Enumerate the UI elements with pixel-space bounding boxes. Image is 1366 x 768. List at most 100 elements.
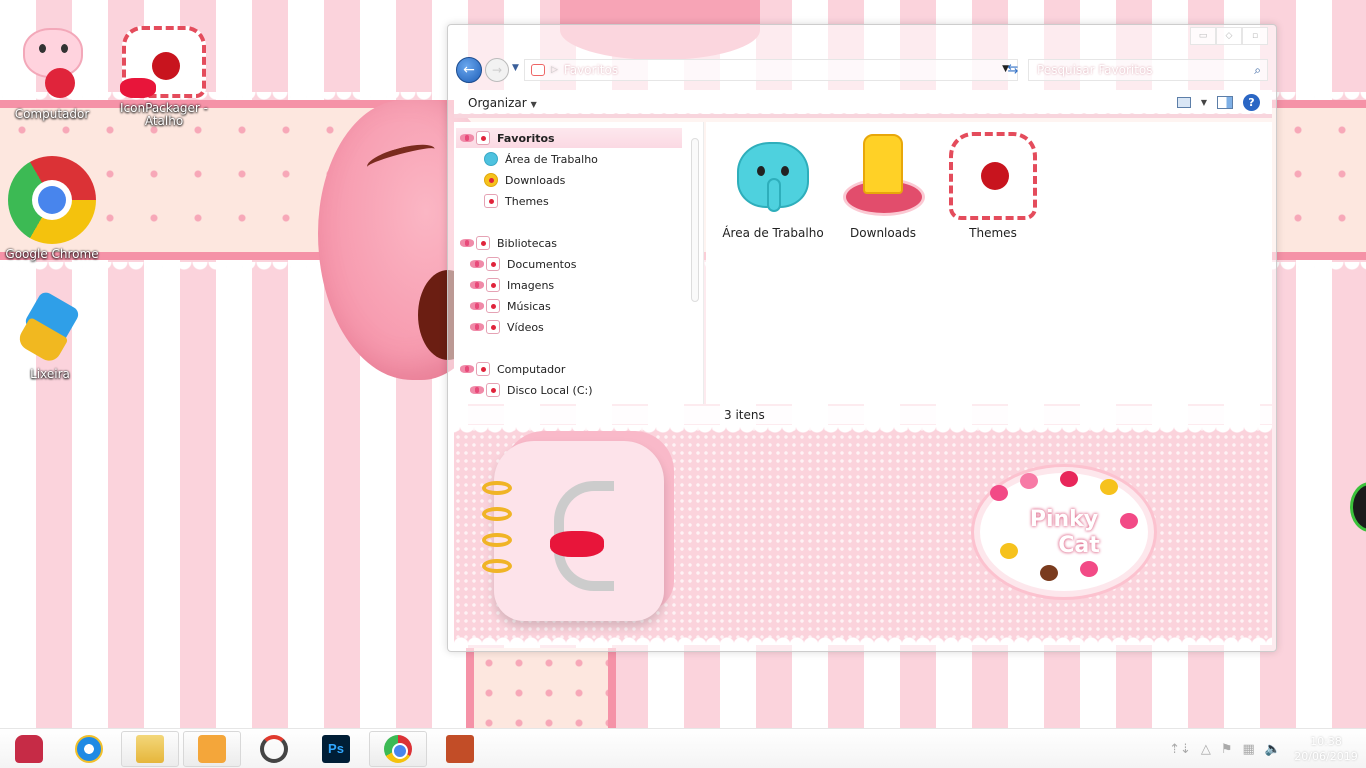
logo-text-cat: Cat	[1058, 533, 1100, 558]
envelope-icon	[949, 132, 1037, 220]
status-bar: 3 itens	[454, 406, 1272, 424]
nav-label: Vídeos	[507, 320, 544, 334]
download-arrow-icon	[839, 132, 927, 220]
nav-computador[interactable]: Computador	[460, 359, 565, 379]
close-button[interactable]: ▫	[1242, 27, 1268, 45]
favorites-icon	[476, 131, 490, 145]
volume-icon[interactable]: 🔈	[1265, 742, 1281, 757]
nav-musicas[interactable]: Músicas	[470, 296, 551, 316]
item-label: Área de Trabalho	[722, 226, 824, 240]
desktop-icon-lixeira[interactable]: Lixeira	[0, 278, 100, 381]
taskbar-internet-explorer[interactable]	[60, 731, 118, 767]
taskbar-media-player[interactable]	[183, 731, 241, 767]
taskbar-sync-app[interactable]	[245, 731, 303, 767]
item-themes[interactable]: Themes	[938, 132, 1048, 240]
nav-label: Disco Local (C:)	[507, 383, 593, 397]
chrome-icon	[384, 735, 412, 763]
network-icon[interactable]: ▦	[1243, 742, 1255, 757]
navigation-scrollbar[interactable]	[691, 138, 699, 302]
action-center-icon[interactable]: ⚑	[1221, 742, 1233, 757]
item-area-de-trabalho[interactable]: Área de Trabalho	[718, 132, 828, 240]
start-button[interactable]	[0, 731, 58, 767]
bow-icon	[460, 239, 474, 247]
clock[interactable]: 10:38 20/06/2019	[1286, 734, 1366, 764]
taskbar-file-explorer[interactable]	[121, 731, 179, 767]
maximize-button[interactable]: ◇	[1216, 27, 1242, 45]
preview-pane-icon[interactable]	[1217, 96, 1233, 109]
back-button[interactable]: ←	[456, 57, 482, 83]
item-count: 3 itens	[724, 408, 765, 422]
nav-label: Bibliotecas	[497, 236, 558, 250]
search-placeholder: Pesquisar Favoritos	[1037, 63, 1153, 77]
desktop-icon-iconpackager[interactable]: IconPackager - Atalho	[114, 26, 214, 128]
themes-folder-icon	[484, 194, 498, 208]
bow-icon	[460, 365, 474, 373]
organize-button[interactable]: Organizar ▼	[468, 96, 537, 110]
recycle-bin-icon	[12, 278, 88, 365]
nav-imagens[interactable]: Imagens	[470, 275, 554, 295]
desktop-icon-computador[interactable]: Computador	[2, 24, 102, 121]
widget-edge-icon[interactable]	[1350, 482, 1366, 532]
favorites-location-icon	[531, 64, 545, 76]
book-icon	[446, 735, 474, 763]
command-bar: Organizar ▼ ▼ ?	[454, 90, 1272, 118]
breadcrumb-favoritos[interactable]: Favoritos	[564, 63, 618, 77]
taskbar-book-app[interactable]	[431, 731, 489, 767]
details-pane: Pinky Cat	[454, 425, 1272, 645]
envelope-icon	[120, 26, 206, 98]
nav-label: Área de Trabalho	[505, 152, 598, 166]
nav-videos[interactable]: Vídeos	[470, 317, 544, 337]
pinky-cat-logo: Pinky Cat	[974, 467, 1154, 597]
item-label: Downloads	[850, 226, 916, 240]
nav-documentos[interactable]: Documentos	[470, 254, 576, 274]
nav-bibliotecas[interactable]: Bibliotecas	[460, 233, 557, 253]
address-bar[interactable]: ▷ Favoritos ▼	[524, 59, 1018, 81]
bow-icon	[470, 386, 484, 394]
clock-time: 10:38	[1310, 735, 1342, 748]
computer-icon	[476, 362, 490, 376]
item-label: Themes	[969, 226, 1017, 240]
search-icon[interactable]: ⌕	[1254, 60, 1261, 80]
minimize-button[interactable]: ▭	[1190, 27, 1216, 45]
desktop-icon-google-chrome[interactable]: Google Chrome	[2, 156, 102, 261]
documents-icon	[486, 257, 500, 271]
nav-label: Favoritos	[497, 131, 555, 145]
photoshop-icon: Ps	[322, 735, 350, 763]
item-downloads[interactable]: Downloads	[828, 132, 938, 240]
taskbar: Ps ⇡⇣ △ ⚑ ▦ 🔈 10:38 20/06/2019	[0, 728, 1366, 768]
drive-icon	[486, 383, 500, 397]
breadcrumb-separator-icon: ▷	[551, 65, 558, 75]
change-view-icon[interactable]	[1176, 97, 1191, 108]
help-icon[interactable]: ?	[1243, 94, 1260, 111]
system-tray: ⇡⇣ △ ⚑ ▦ 🔈 10:38 20/06/2019	[1164, 729, 1366, 768]
address-row: ← → ▼ ▷ Favoritos ▼ ⇆ Pesquisar Favorito…	[456, 57, 1268, 83]
nav-label: Documentos	[507, 257, 577, 271]
pictures-icon	[486, 278, 500, 292]
taskbar-photoshop[interactable]: Ps	[307, 731, 365, 767]
refresh-button[interactable]: ⇆	[1002, 59, 1024, 81]
nav-themes[interactable]: Themes	[484, 191, 549, 211]
notebook-folder-icon	[482, 431, 674, 621]
recent-pages-dropdown[interactable]: ▼	[512, 63, 519, 73]
language-icon[interactable]: ⇡⇣	[1169, 742, 1191, 757]
nav-label: Downloads	[505, 173, 566, 187]
nav-favoritos[interactable]: Favoritos	[456, 128, 682, 148]
music-icon	[486, 299, 500, 313]
chrome-icon	[8, 156, 96, 244]
bow-icon	[460, 134, 474, 142]
nav-area-de-trabalho[interactable]: Área de Trabalho	[484, 149, 598, 169]
view-options-chevron-icon[interactable]: ▼	[1201, 98, 1207, 107]
media-player-icon	[198, 735, 226, 763]
clock-date: 20/06/2019	[1294, 750, 1358, 763]
search-input[interactable]: Pesquisar Favoritos ⌕	[1028, 59, 1268, 81]
forward-button[interactable]: →	[485, 58, 509, 82]
bow-icon	[470, 302, 484, 310]
libraries-icon	[476, 236, 490, 250]
internet-explorer-icon	[75, 735, 103, 763]
refresh-icon: ⇆	[1007, 62, 1019, 77]
show-hidden-icons-icon[interactable]: △	[1201, 742, 1211, 757]
desktop-icon-label: Google Chrome	[5, 247, 99, 261]
nav-downloads[interactable]: Downloads	[484, 170, 565, 190]
taskbar-chrome[interactable]	[369, 731, 427, 767]
nav-disco-local-c[interactable]: Disco Local (C:)	[470, 380, 593, 400]
